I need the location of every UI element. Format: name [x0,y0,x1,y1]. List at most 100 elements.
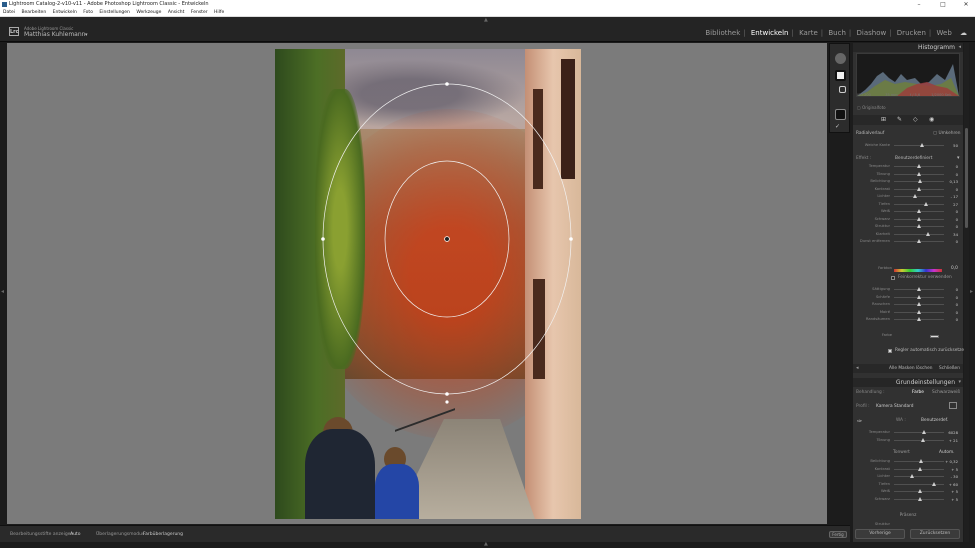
slider-track[interactable] [894,164,944,168]
effect-collapse-icon[interactable]: ▾ [957,155,960,161]
wb-dropdown[interactable]: Benutzerdef. [921,418,948,423]
histogram-header[interactable]: Histogramm ◂ [853,43,963,52]
slider-track[interactable] [894,171,944,176]
radial-rotate-handle[interactable] [445,400,449,404]
slider-value[interactable]: 0 [944,163,958,170]
image-canvas[interactable] [7,43,827,524]
identity-dropdown-icon[interactable]: ▾ [85,32,88,38]
slider-knob[interactable] [921,437,925,442]
mask-thumbnail-icon[interactable] [835,70,846,81]
slider-3[interactable]: Moiré 0 [856,309,960,316]
cloud-icon[interactable]: ☁ [960,29,967,37]
slider-value[interactable]: - 30 [944,473,958,480]
slider-value[interactable]: 0 [944,171,958,178]
slider-knob[interactable] [917,171,921,176]
slider-knob[interactable] [917,224,921,228]
basic-header[interactable]: Grundeinstellungen ▾ [853,378,963,387]
slider-track[interactable] [894,474,944,478]
module-entwickeln[interactable]: Entwickeln [751,29,789,37]
slider-track[interactable] [894,209,944,213]
slider-0[interactable]: Temperatur 0 [856,163,960,170]
module-web[interactable]: Web [937,29,952,37]
slider-4[interactable]: Randsäumen 0 [856,316,960,323]
module-karte[interactable]: Karte [799,29,818,37]
collapse-top-panel-icon[interactable]: ▲ [484,17,488,23]
slider-knob[interactable] [917,216,921,221]
color-swatch[interactable] [930,335,939,338]
menu-hilfe[interactable]: Hilfe [214,10,224,15]
slider-knob[interactable] [925,231,930,236]
red-eye-icon[interactable]: ◇ [913,116,918,123]
fine-tune-checkbox[interactable] [891,276,895,280]
right-panel-scrollbar[interactable] [964,43,969,542]
previous-button[interactable]: Vorherige [855,529,905,539]
slider-value[interactable]: 0 [944,223,958,230]
overlay-mode-dropdown[interactable]: Farbüberlagerung [143,526,183,543]
slider-value[interactable]: + 21 [944,437,958,444]
slider-1[interactable]: Tönung + 21 [856,437,960,444]
slider-value[interactable]: + 0,32 [944,458,958,465]
effect-preset-dropdown[interactable]: Benutzerdefiniert [895,156,932,161]
module-drucken[interactable]: Drucken [897,29,926,37]
slider-knob[interactable] [923,201,928,206]
slider-knob[interactable] [917,239,921,243]
slider-5[interactable]: Schwarz + 5 [856,496,960,503]
module-diashow[interactable]: Diashow [856,29,886,37]
eyedropper-icon[interactable]: ✑ [857,418,862,425]
slider-knob[interactable] [932,481,936,486]
slider-track[interactable] [894,459,944,463]
radial-center-pin[interactable] [444,236,450,242]
slider-track[interactable] [894,437,944,442]
slider-track[interactable] [894,294,944,299]
slider-value[interactable]: 0,13 [944,178,958,185]
slider-knob[interactable] [917,309,921,314]
slider-value[interactable]: 0 [944,286,958,293]
menu-einstellungen[interactable]: Einstellungen [99,10,130,15]
slider-knob[interactable] [917,287,921,291]
slider-2[interactable]: Rauschen 0 [856,301,960,308]
slider-2[interactable]: Lichter - 30 [856,473,960,480]
menu-datei[interactable]: Datei [3,10,15,15]
slider-value[interactable]: + 60 [944,481,958,488]
slider-track[interactable] [894,481,944,486]
radial-handle-top[interactable] [445,82,449,86]
close-mask-button[interactable]: Schließen [939,366,960,371]
slider-track[interactable] [894,224,944,228]
show-pins-dropdown[interactable]: Auto [70,526,80,543]
slider-3[interactable]: Kontrast 0 [856,186,960,193]
slider-track[interactable] [894,231,944,236]
slider-knob[interactable] [918,496,922,501]
slider-track[interactable] [894,179,944,183]
radial-handle-left[interactable] [321,237,325,241]
collapse-filmstrip-icon[interactable]: ▲ [484,541,488,547]
slider-track[interactable] [894,186,944,191]
slider-value[interactable]: 0 [944,186,958,193]
slider-4[interactable]: Weiß + 5 [856,488,960,495]
slider-value[interactable]: 27 [944,201,958,208]
slider-knob[interactable] [918,459,923,463]
slider-track[interactable] [894,309,944,314]
treatment-color[interactable]: Farbe [912,390,924,395]
slider-9[interactable]: Klarheit 34 [856,231,960,238]
slider-0[interactable]: Temperatur 6028 [856,429,960,436]
collapse-right-panel-icon[interactable]: ▸ [970,288,973,295]
delete-all-masks-button[interactable]: Alle Masken löschen [889,366,933,371]
radial-handle-right[interactable] [569,237,573,241]
slider-10[interactable]: Dunst entfernen 0 [856,238,960,245]
add-mask-icon[interactable] [835,53,846,64]
slider-knob[interactable] [918,179,922,183]
slider-7[interactable]: Schwarz 0 [856,216,960,223]
slider-value[interactable]: 0 [944,216,958,223]
invert-checkbox[interactable]: ▢ Umkehren [933,131,961,136]
menu-bearbeiten[interactable]: Bearbeiten [21,10,46,15]
slider-value[interactable]: 34 [944,231,958,238]
slider-1[interactable]: Tönung 0 [856,171,960,178]
hue-slider[interactable] [894,269,942,272]
menu-ansicht[interactable]: Ansicht [168,10,185,15]
mask-footer-arrow-icon[interactable]: ◂ [856,365,859,371]
menu-fenster[interactable]: Fenster [191,10,208,15]
module-bibliothek[interactable]: Bibliothek [705,29,740,37]
slider-knob[interactable] [912,194,917,198]
slider-knob[interactable] [917,294,921,299]
collapse-left-panel-icon[interactable]: ◂ [1,288,4,295]
